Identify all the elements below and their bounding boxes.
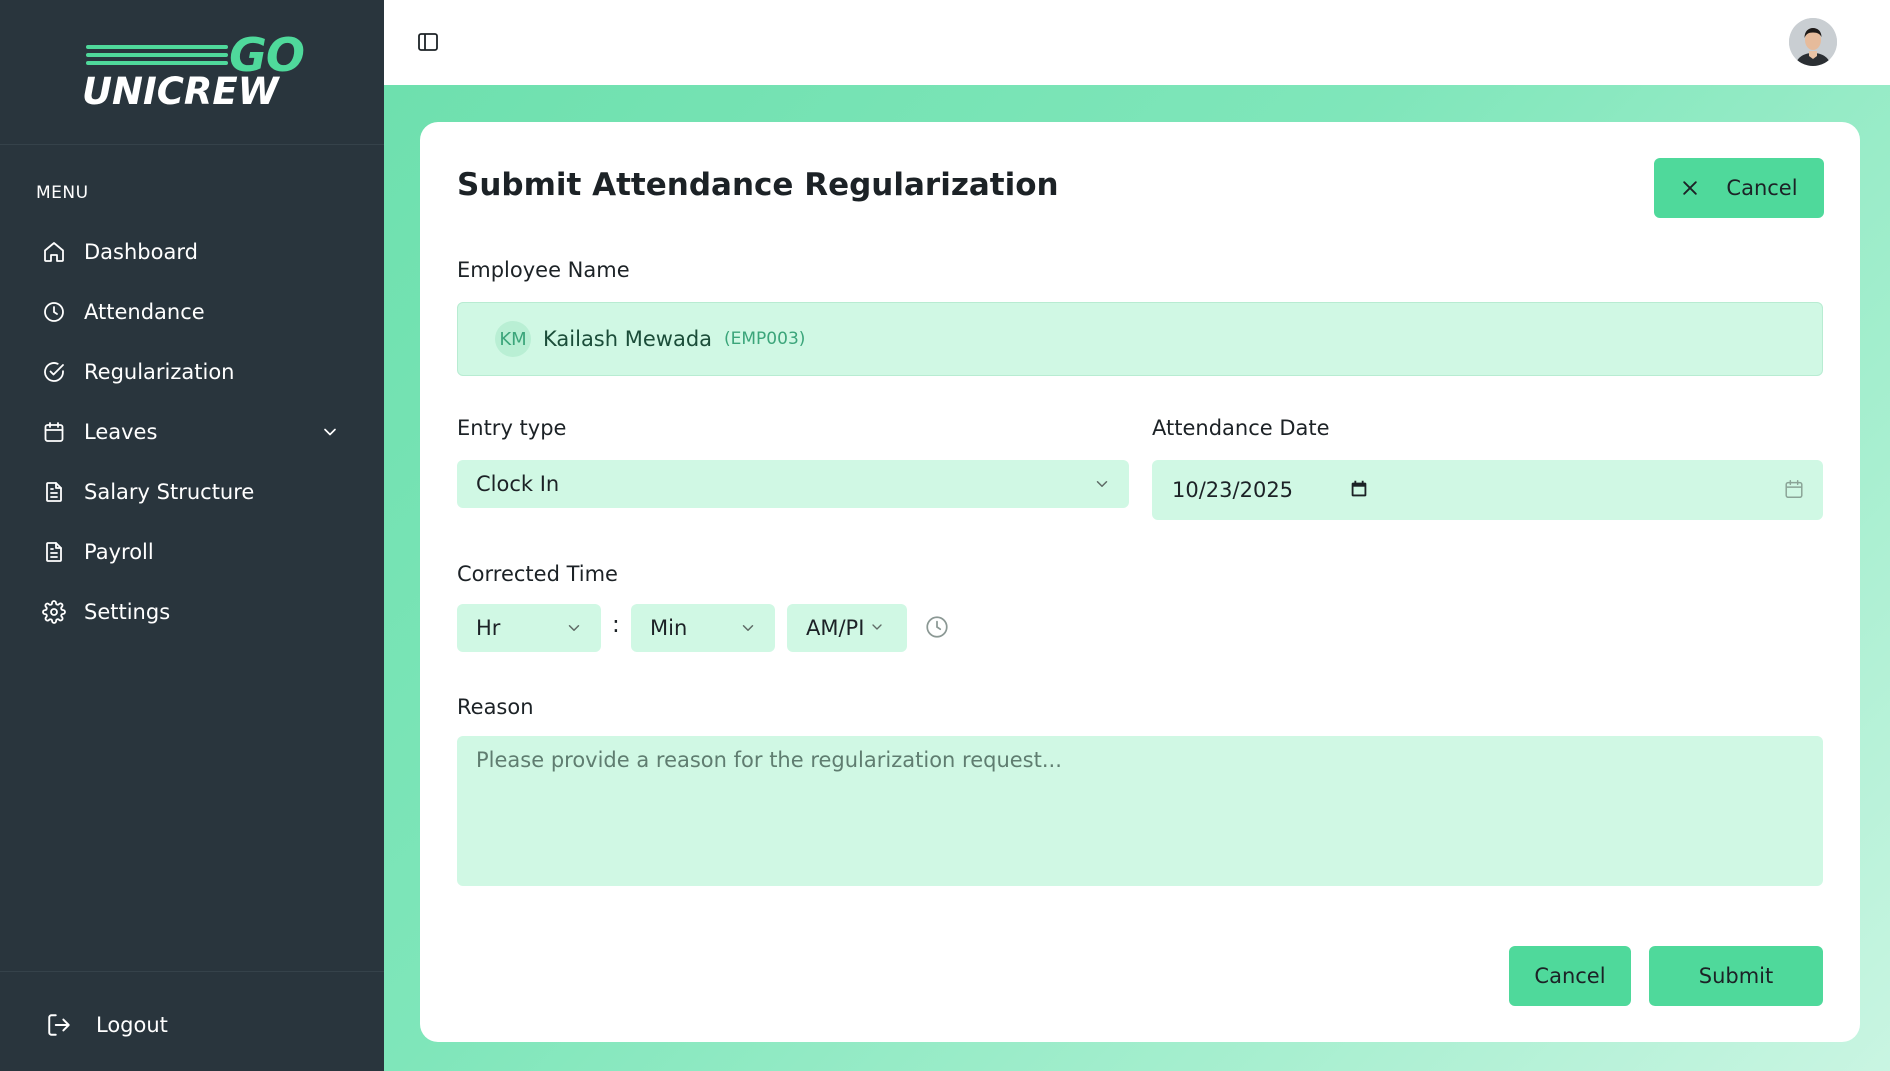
reason-label: Reason (457, 695, 534, 719)
sidebar-item-dashboard[interactable]: Dashboard (0, 222, 384, 282)
sidebar-item-label: Dashboard (84, 240, 198, 264)
chevron-down-icon (739, 619, 757, 637)
employee-display-field: KM Kailash Mewada (EMP003) (457, 302, 1823, 376)
submit-button[interactable]: Submit (1649, 946, 1823, 1006)
sidebar-item-label: Regularization (84, 360, 235, 384)
close-icon (1680, 178, 1700, 198)
calendar-picker-icon[interactable] (1348, 478, 1370, 500)
reason-textarea[interactable]: Please provide a reason for the regulari… (457, 736, 1823, 886)
sidebar-toggle-icon[interactable] (416, 30, 440, 54)
submit-button-label: Submit (1698, 964, 1774, 988)
attendance-date-value: 10/23/2025 (1172, 478, 1294, 502)
gear-icon (42, 600, 66, 624)
sidebar-item-attendance[interactable]: Attendance (0, 282, 384, 342)
calendar-icon (42, 420, 66, 444)
clock-icon (42, 300, 66, 324)
logo-unicrew-text: UNICREW (82, 70, 279, 113)
entry-type-value: Clock In (476, 472, 560, 496)
logout-label: Logout (96, 1013, 168, 1037)
sidebar: GO UNICREW MENU Dashboard Attendance Reg… (0, 0, 384, 1071)
home-icon (42, 240, 66, 264)
user-avatar[interactable] (1789, 18, 1837, 66)
chevron-down-icon (869, 619, 887, 637)
logout-icon (46, 1012, 72, 1038)
sidebar-item-payroll[interactable]: Payroll (0, 522, 384, 582)
entry-type-select[interactable]: Clock In (457, 460, 1129, 508)
cancel-top-button[interactable]: Cancel (1654, 158, 1824, 218)
page-title: Submit Attendance Regularization (457, 167, 1059, 203)
sidebar-item-label: Salary Structure (84, 480, 255, 504)
employee-initials-avatar: KM (495, 321, 531, 357)
ampm-select[interactable]: AM/PI (787, 604, 907, 652)
ampm-select-value: AM/PI (806, 616, 865, 640)
sidebar-item-regularization[interactable]: Regularization (0, 342, 384, 402)
sidebar-nav: Dashboard Attendance Regularization Leav… (0, 222, 384, 642)
cancel-top-label: Cancel (1726, 176, 1798, 200)
document-icon (42, 480, 66, 504)
hour-select-value: Hr (476, 616, 501, 640)
logo-speed-lines (86, 45, 228, 69)
chevron-down-icon (565, 619, 583, 637)
sidebar-item-settings[interactable]: Settings (0, 582, 384, 642)
sidebar-item-label: Payroll (84, 540, 154, 564)
chevron-down-icon (1093, 475, 1111, 493)
top-header (384, 0, 1890, 85)
cancel-button-label: Cancel (1534, 964, 1606, 988)
menu-title: MENU (36, 183, 89, 203)
employee-name-label: Employee Name (457, 258, 630, 282)
reason-placeholder: Please provide a reason for the regulari… (476, 748, 1062, 772)
brand-logo[interactable]: GO UNICREW (82, 32, 305, 113)
sidebar-item-label: Attendance (84, 300, 205, 324)
minute-select[interactable]: Min (631, 604, 775, 652)
employee-code-value: (EMP003) (724, 329, 806, 349)
time-separator: : (612, 612, 620, 638)
logo-area: GO UNICREW (0, 0, 384, 145)
attendance-date-label: Attendance Date (1152, 416, 1330, 440)
sidebar-item-leaves[interactable]: Leaves (0, 402, 384, 462)
attendance-date-input[interactable]: 10/23/2025 (1152, 460, 1823, 520)
regularization-form-card: Submit Attendance Regularization Cancel … (420, 122, 1860, 1042)
hour-select[interactable]: Hr (457, 604, 601, 652)
sidebar-item-label: Settings (84, 600, 171, 624)
sidebar-item-salary-structure[interactable]: Salary Structure (0, 462, 384, 522)
chevron-down-icon[interactable] (320, 422, 340, 442)
minute-select-value: Min (650, 616, 688, 640)
logout-area: Logout (0, 971, 384, 1071)
cancel-button[interactable]: Cancel (1509, 946, 1631, 1006)
clock-icon (924, 614, 950, 640)
document-icon (42, 540, 66, 564)
calendar-icon (1783, 478, 1805, 500)
entry-type-label: Entry type (457, 416, 567, 440)
check-circle-icon (42, 360, 66, 384)
corrected-time-label: Corrected Time (457, 562, 618, 586)
employee-name-value: Kailash Mewada (543, 327, 713, 351)
logout-button[interactable]: Logout (46, 1012, 168, 1038)
sidebar-item-label: Leaves (84, 420, 158, 444)
